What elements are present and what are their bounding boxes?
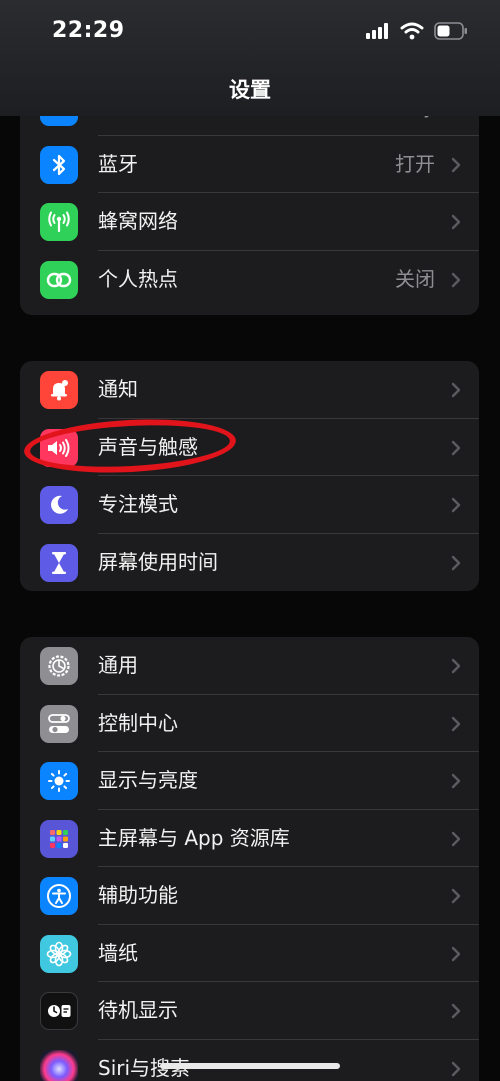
settings-row-bluetooth[interactable]: 蓝牙 打开	[20, 136, 479, 193]
row-label: 辅助功能	[98, 883, 178, 907]
settings-row-cellular[interactable]: 蜂窝网络	[20, 193, 479, 251]
cellular-signal-icon	[366, 23, 388, 39]
row-label: 专注模式	[98, 492, 178, 516]
settings-row-focus[interactable]: 专注模式	[20, 476, 479, 534]
battery-icon	[434, 22, 467, 40]
settings-screen: 22:29 设置 蓝牙 打开 蜂窝网络 个人热点 关闭 通知 声音与触感 专注模…	[0, 0, 500, 1081]
row-value: 打开	[395, 151, 435, 176]
settings-row-hotspot[interactable]: 个人热点 关闭	[20, 251, 479, 309]
chevron-right-icon	[451, 382, 461, 398]
row-label: 通知	[98, 377, 138, 401]
settings-row-general[interactable]: 通用	[20, 637, 479, 695]
gear-icon	[40, 647, 78, 685]
chevron-right-icon	[451, 214, 461, 230]
flower-icon	[40, 934, 78, 973]
bluetooth-icon	[40, 145, 78, 184]
settings-row-control-center[interactable]: 控制中心	[20, 695, 479, 752]
accessibility-icon	[40, 877, 78, 915]
toggles-icon	[40, 704, 78, 743]
row-label: 通用	[98, 653, 138, 677]
chevron-right-icon	[451, 272, 461, 287]
siri-icon	[40, 1049, 78, 1081]
chevron-right-icon	[451, 555, 461, 570]
chevron-right-icon	[451, 497, 461, 513]
row-label: Siri与搜索	[98, 1055, 191, 1080]
settings-row-home-screen[interactable]: 主屏幕与 App 资源库	[20, 810, 479, 867]
row-label: 个人热点	[98, 266, 178, 291]
chevron-right-icon	[451, 946, 461, 961]
chevron-right-icon	[451, 888, 461, 904]
chevron-right-icon	[451, 716, 461, 731]
app-grid-icon	[40, 819, 78, 858]
row-label: 蜂窝网络	[98, 209, 178, 233]
cellular-antenna-icon	[40, 203, 78, 241]
chevron-right-icon	[451, 831, 461, 846]
chevron-right-icon	[451, 157, 461, 172]
chevron-right-icon	[451, 658, 461, 674]
settings-row-siri[interactable]: Siri与搜索	[20, 1040, 479, 1081]
settings-row-display[interactable]: 显示与亮度	[20, 752, 479, 810]
row-label: 待机显示	[98, 998, 178, 1022]
status-icons	[366, 22, 468, 40]
settings-row-notifications[interactable]: 通知	[20, 361, 479, 419]
row-label: 控制中心	[98, 710, 178, 735]
page-title: 设置	[229, 78, 271, 102]
settings-row-standby[interactable]: 待机显示	[20, 982, 479, 1040]
bell-icon	[40, 371, 78, 409]
settings-row-wallpaper[interactable]: 墙纸	[20, 925, 479, 982]
wifi-icon	[400, 22, 424, 40]
general-group: 通用 控制中心 显示与亮度 主屏幕与 App 资源库 辅助功能 墙纸 待机显示 …	[20, 637, 479, 1081]
settings-row-screen-time[interactable]: 屏幕使用时间	[20, 534, 479, 592]
chevron-right-icon	[451, 1061, 461, 1076]
hourglass-icon	[40, 543, 78, 582]
status-bar: 22:29	[0, 0, 500, 64]
sun-icon	[40, 762, 78, 800]
row-label: 墙纸	[98, 940, 138, 965]
hotspot-link-icon	[40, 260, 78, 299]
chevron-right-icon	[451, 440, 461, 455]
row-label: 主屏幕与 App 资源库	[98, 825, 290, 850]
status-time: 22:29	[52, 18, 125, 43]
settings-row-accessibility[interactable]: 辅助功能	[20, 867, 479, 925]
row-label: 蓝牙	[98, 151, 138, 176]
row-label: 显示与亮度	[98, 768, 198, 792]
chevron-right-icon	[451, 773, 461, 789]
row-value: 关闭	[395, 266, 435, 291]
row-label: 屏幕使用时间	[98, 549, 218, 574]
standby-icon	[40, 992, 78, 1030]
notifications-group: 通知 声音与触感 专注模式 屏幕使用时间	[20, 361, 479, 591]
home-indicator[interactable]	[160, 1063, 340, 1069]
chevron-right-icon	[451, 1003, 461, 1019]
moon-icon	[40, 486, 78, 524]
